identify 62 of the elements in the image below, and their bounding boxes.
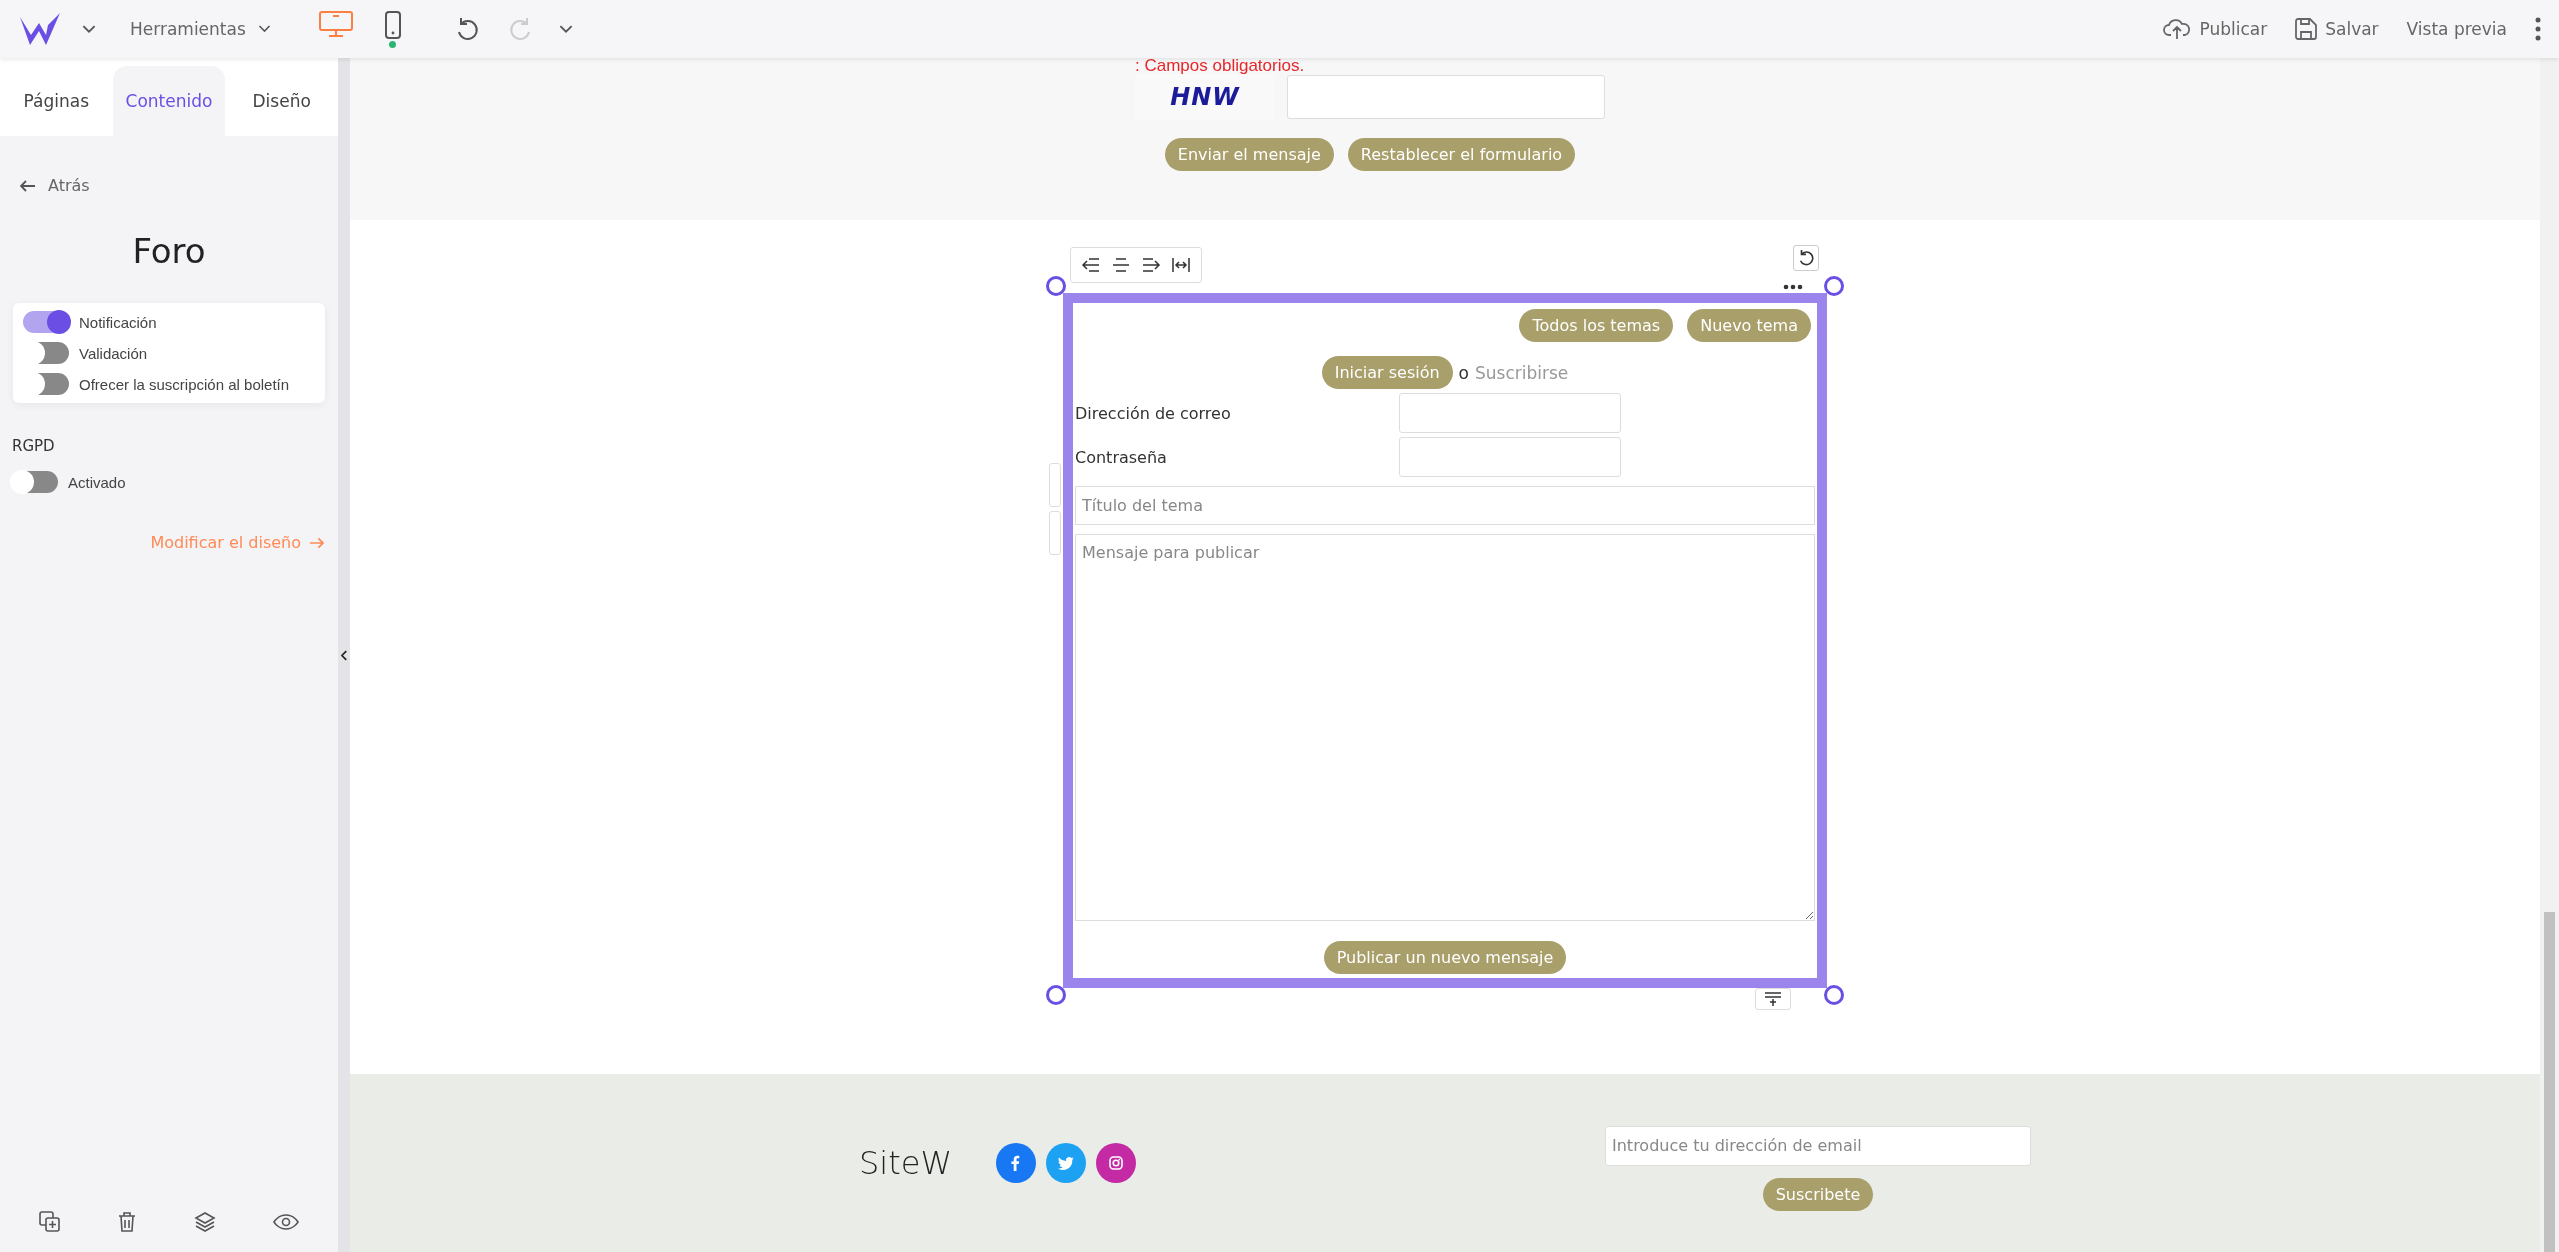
toggle-switch[interactable] [12, 471, 58, 493]
toggle-switch[interactable] [23, 373, 69, 395]
drag-handle[interactable] [1049, 463, 1061, 507]
twitter-icon[interactable] [1046, 1143, 1087, 1183]
option-label: Ofrecer la suscripción al boletín [79, 375, 290, 393]
publish-message-button[interactable]: Publicar un nuevo mensaje [1323, 941, 1567, 974]
phone-icon [384, 10, 401, 39]
input-field[interactable] [1399, 437, 1621, 477]
align-left-icon[interactable] [1081, 257, 1101, 273]
status-dot [389, 40, 397, 48]
arrow-left-icon [20, 179, 36, 192]
resize-handle[interactable] [1824, 276, 1844, 296]
full-width-icon[interactable] [1171, 257, 1191, 273]
new-topic-button[interactable]: Nuevo tema [1687, 309, 1811, 342]
field-label: Contraseña [1075, 447, 1168, 467]
drag-handle[interactable] [1049, 511, 1061, 555]
option-label: Validación [79, 344, 148, 362]
arrow-right-icon [309, 536, 324, 549]
spacing-icon[interactable] [1755, 988, 1791, 1010]
resize-handle[interactable] [1046, 276, 1066, 296]
more-menu-icon[interactable] [2535, 17, 2541, 41]
separator-text: o [1458, 362, 1469, 383]
section-heading: RGPD [12, 437, 56, 455]
site-name: SiteW [859, 1144, 953, 1182]
message-field[interactable]: Mensaje para publicar [1075, 534, 1815, 921]
selected-widget-frame[interactable]: Todos los temas Nuevo tema Iniciar sesión o Suscribirse Dirección de correo Contraseña Título del tema Mensaje para publicar Publicar un nuevo mensaje [1063, 293, 1827, 988]
align-right-icon[interactable] [1141, 257, 1161, 273]
login-button[interactable]: Iniciar sesión [1321, 356, 1453, 389]
toggle-switch[interactable] [23, 311, 69, 333]
sidebar-tab[interactable]: Contenido [112, 66, 226, 136]
cloud-upload-icon [2163, 18, 2192, 40]
align-center-icon[interactable] [1111, 257, 1131, 273]
tools-menu[interactable]: Herramientas [126, 15, 275, 43]
publish-button[interactable]: Publicar [2163, 18, 2268, 40]
reset-icon[interactable] [1793, 245, 1819, 271]
resize-handle[interactable] [1046, 985, 1066, 1005]
instagram-icon[interactable] [1096, 1143, 1137, 1183]
subscribe-link[interactable]: Suscribirse [1475, 362, 1569, 383]
email-field[interactable]: Introduce tu dirección de email [1605, 1125, 2031, 1166]
scrollbar-thumb[interactable] [2544, 912, 2555, 1252]
captcha-field[interactable] [1287, 75, 1605, 119]
all-topics-button[interactable]: Todos los temas [1519, 309, 1674, 342]
panel-title: Foro [131, 231, 207, 271]
preview-button[interactable]: Vista previa [2406, 19, 2507, 39]
chevron-down-icon [257, 25, 271, 33]
subscribe-button[interactable]: Suscribete [1762, 1177, 1874, 1211]
resize-handle[interactable] [1824, 985, 1844, 1005]
reset-form-button[interactable]: Restablecer el formulario [1347, 138, 1576, 171]
save-button[interactable]: Salvar [2295, 18, 2379, 40]
option-label: Notificación [79, 313, 157, 331]
chevron-down-icon[interactable] [82, 24, 96, 34]
back-link[interactable]: Atrás [20, 176, 90, 195]
toggle-switch[interactable] [23, 342, 69, 364]
required-fields-note: : Campos obligatorios. [1135, 58, 1306, 74]
collapse-icon[interactable] [340, 649, 348, 661]
option-label: Activado [68, 473, 126, 491]
field-label: Dirección de correo [1075, 403, 1232, 423]
input-field[interactable] [1399, 393, 1621, 433]
facebook-icon[interactable] [996, 1143, 1037, 1183]
history-dropdown-icon[interactable] [558, 24, 573, 34]
topic-title-field[interactable]: Título del tema [1075, 486, 1815, 525]
send-message-button[interactable]: Enviar el mensaje [1164, 138, 1334, 171]
